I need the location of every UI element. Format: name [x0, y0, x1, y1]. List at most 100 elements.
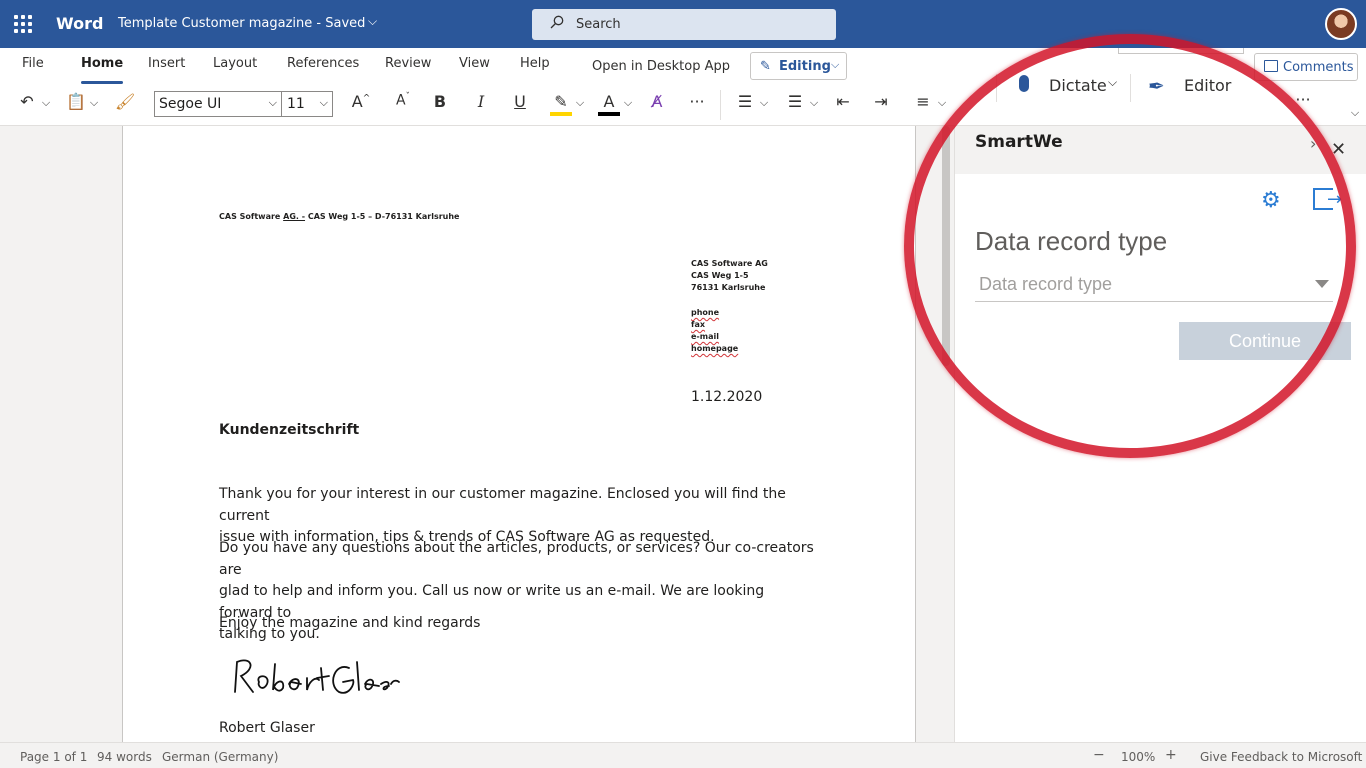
data-record-type-select[interactable]: Data record type: [975, 268, 1333, 302]
search-placeholder: Search: [576, 17, 621, 32]
font-name-value: Segoe UI: [159, 96, 222, 112]
app-name[interactable]: Word: [56, 14, 103, 33]
address-line: CAS Weg 1-5: [691, 271, 749, 280]
zoom-in-icon[interactable]: +: [1165, 747, 1177, 763]
pane-header: SmartWe › ✕: [955, 126, 1366, 174]
chevron-down-icon: ⌵: [319, 96, 328, 109]
format-painter-icon[interactable]: 🖌: [115, 92, 135, 118]
language-indicator[interactable]: German (Germany): [162, 750, 278, 764]
tab-references[interactable]: References: [287, 56, 359, 78]
tab-layout[interactable]: Layout: [213, 56, 257, 78]
font-size-select[interactable]: 11 ⌵: [281, 91, 333, 117]
open-in-desktop-app-button[interactable]: Open in Desktop App: [592, 59, 730, 74]
data-record-type-label: Data record type: [975, 226, 1168, 256]
paste-dropdown-icon[interactable]: ⌵: [88, 96, 100, 122]
dictate-label: Dictate: [1049, 76, 1107, 95]
toolbar-separator: [996, 74, 997, 102]
logout-arrow-icon[interactable]: →: [1327, 189, 1342, 210]
numbering-icon[interactable]: ☰: [784, 92, 806, 118]
tab-view[interactable]: View: [459, 56, 490, 78]
chevron-right-icon[interactable]: ›: [1310, 134, 1316, 153]
underline-icon[interactable]: U: [512, 92, 528, 118]
pane-title: SmartWe: [975, 132, 1063, 152]
contact-line: fax: [691, 320, 706, 329]
tab-help[interactable]: Help: [520, 56, 550, 78]
select-placeholder: Data record type: [979, 274, 1113, 294]
feedback-link[interactable]: Give Feedback to Microsoft: [1200, 750, 1362, 764]
comments-label: Comments: [1283, 60, 1354, 75]
increase-indent-icon[interactable]: ⇥: [870, 92, 892, 118]
document-scrollbar[interactable]: [942, 126, 950, 366]
ribbon: File Home Insert Layout References Revie…: [0, 48, 1366, 126]
save-status: Saved: [325, 16, 366, 31]
document-title-text: Template Customer magazine: [118, 16, 313, 31]
tab-file[interactable]: File: [22, 56, 44, 78]
status-bar: Page 1 of 1 94 words German (Germany) − …: [0, 742, 1366, 768]
toolbar-separator: [720, 90, 721, 120]
signature-name: Robert Glaser: [219, 720, 315, 736]
chevron-down-icon: ⌵: [268, 96, 277, 109]
smartwe-task-pane: SmartWe › ✕ ⚙ → Data record type Data re…: [954, 126, 1366, 742]
decrease-indent-icon[interactable]: ⇤: [832, 92, 854, 118]
comment-icon: [1264, 60, 1278, 72]
bullets-dropdown-icon[interactable]: ⌵: [758, 96, 770, 122]
bullets-icon[interactable]: ☰: [734, 92, 756, 118]
letter-heading: Kundenzeitschrift: [219, 422, 360, 438]
document-page[interactable]: CAS Software AG. - CAS Weg 1-5 – D-76131…: [122, 126, 916, 742]
handwritten-signature: [234, 659, 400, 694]
document-title[interactable]: Template Customer magazine - Saved: [118, 16, 365, 31]
font-color-icon[interactable]: A: [598, 92, 620, 116]
highlight-icon[interactable]: ✎: [550, 92, 572, 116]
numbering-dropdown-icon[interactable]: ⌵: [808, 96, 820, 122]
editor-label: Editor: [1184, 76, 1232, 95]
user-avatar[interactable]: [1325, 8, 1357, 40]
gear-icon[interactable]: ⚙: [1261, 188, 1281, 213]
continue-button[interactable]: Continue: [1179, 322, 1351, 360]
caret-down-icon: [1315, 280, 1329, 288]
undo-icon[interactable]: ↶: [18, 92, 36, 118]
italic-icon[interactable]: I: [474, 92, 488, 118]
grow-font-icon[interactable]: A^: [350, 92, 372, 118]
editing-mode-button[interactable]: ✎ Editing ⌵: [750, 52, 847, 80]
more-options-icon[interactable]: ···: [1292, 90, 1314, 116]
word-count[interactable]: 94 words: [97, 750, 152, 764]
highlight-dropdown-icon[interactable]: ⌵: [574, 96, 586, 122]
font-name-select[interactable]: Segoe UI ⌵: [154, 91, 282, 117]
address-line: CAS Software AG: [691, 259, 768, 268]
share-button-partial[interactable]: [1118, 48, 1244, 54]
editing-label: Editing: [779, 59, 831, 74]
tab-review[interactable]: Review: [385, 56, 431, 78]
close-icon[interactable]: ✕: [1331, 139, 1346, 160]
app-launcher-icon[interactable]: [14, 15, 32, 33]
align-icon[interactable]: ≡: [912, 92, 934, 118]
page-count: Page 1 of 1: [20, 750, 88, 764]
toolbar-separator: [1130, 74, 1131, 102]
microphone-icon: [1019, 75, 1029, 92]
tab-insert[interactable]: Insert: [148, 56, 185, 78]
font-size-value: 11: [287, 96, 305, 112]
sender-line: CAS Software AG. - CAS Weg 1-5 – D-76131…: [219, 212, 460, 221]
zoom-level[interactable]: 100%: [1121, 750, 1155, 764]
font-color-dropdown-icon[interactable]: ⌵: [622, 96, 634, 122]
title-bar: Word Template Customer magazine - Saved …: [0, 0, 1366, 48]
contact-line: e-mail: [691, 332, 719, 341]
comments-button[interactable]: Comments: [1254, 53, 1358, 81]
undo-dropdown-icon[interactable]: ⌵: [40, 96, 52, 122]
tab-home[interactable]: Home: [81, 56, 124, 84]
chevron-down-icon: ⌵: [831, 58, 840, 71]
zoom-out-icon[interactable]: −: [1093, 747, 1105, 763]
contact-line: homepage: [691, 344, 739, 353]
pencil-icon: ✎: [760, 59, 771, 74]
shrink-font-icon[interactable]: Aˇ: [392, 92, 414, 118]
chevron-down-icon: ⌵: [1108, 75, 1118, 89]
search-input[interactable]: Search: [532, 9, 836, 40]
more-options-icon[interactable]: ···: [686, 92, 708, 118]
paragraph-3: Enjoy the magazine and kind regards: [219, 615, 481, 631]
bold-icon[interactable]: B: [432, 92, 448, 118]
paste-icon[interactable]: 📋: [66, 92, 86, 118]
chevron-down-icon[interactable]: ⌵: [368, 14, 377, 29]
align-dropdown-icon[interactable]: ⌵: [936, 96, 948, 122]
search-icon: [550, 15, 564, 29]
clear-formatting-icon[interactable]: A̸: [646, 92, 668, 118]
letter-date: 1.12.2020: [691, 389, 763, 405]
